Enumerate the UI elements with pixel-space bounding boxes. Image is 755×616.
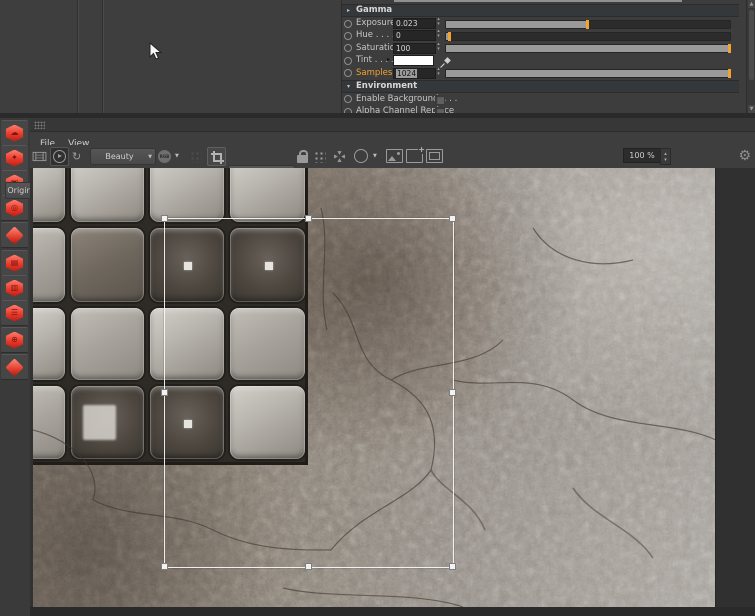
picture-viewer-statusbar [30, 607, 755, 616]
corona-render-icon[interactable]: ▥ [1, 275, 28, 301]
expand-arrow-icon[interactable]: ▸ [387, 56, 390, 63]
crop-tool-button[interactable] [207, 148, 226, 164]
zoom-percent-field[interactable]: 100 % [623, 148, 661, 163]
upper-workspace: ▸GammaExposure0.023▴▾Hue . . . . .0▴▾Sat… [0, 0, 755, 113]
picture-viewer-toolbar: ↻ Beauty▼ RGB ▼ < Auto >▼ [30, 145, 755, 169]
keyframe-circle-icon[interactable] [344, 32, 352, 40]
rendered-image[interactable] [33, 168, 716, 607]
channel-dropdown-caret[interactable]: ▼ [175, 148, 179, 164]
play-button[interactable] [50, 148, 69, 164]
corona-list-icon: ☰ [5, 305, 24, 322]
selection-handle[interactable] [449, 215, 456, 222]
scrollbar-thumb[interactable] [749, 10, 754, 80]
value-slider[interactable] [445, 32, 731, 41]
value-slider[interactable] [445, 69, 731, 78]
corona-vfb-icon: ▤ [5, 255, 24, 272]
window-grip-icon[interactable] [34, 121, 45, 129]
selection-handle[interactable] [305, 563, 312, 570]
grid-toggle-icon[interactable] [313, 148, 326, 164]
attr-row-samples: Samples .1024▴▾ [342, 67, 739, 79]
selection-handle[interactable] [449, 563, 456, 570]
corona-material-icon [5, 226, 23, 244]
duplicate-image-icon[interactable] [426, 148, 443, 164]
add-image-icon[interactable]: + [406, 148, 423, 164]
selection-handle[interactable] [161, 563, 168, 570]
corona-list-icon[interactable]: ☰ [1, 300, 28, 326]
selection-handle[interactable] [161, 215, 168, 222]
corona-vfb-icon[interactable]: ▤ [1, 250, 28, 276]
corona-material-icon[interactable] [1, 222, 28, 248]
section-header-environment[interactable]: ▾Environment [342, 80, 739, 93]
lower-workspace: ☁✦▣◎▤▥☰⊕ FileView ↻ Beauty▼ RGB ▼ < A [0, 118, 755, 616]
value-slider[interactable] [445, 44, 731, 53]
attr-row-tint: Tint . . . . .▸ [342, 54, 739, 66]
history-film-icon[interactable] [32, 148, 47, 164]
section-header-gamma[interactable]: ▸Gamma [342, 4, 739, 17]
attr-row-saturation: Saturation100▴▾ [342, 42, 739, 54]
scroll-down-button[interactable]: ▼ [748, 105, 755, 113]
value-field[interactable]: 100 [393, 43, 436, 54]
image-icon[interactable] [386, 148, 403, 164]
keyframe-circle-icon[interactable] [344, 44, 352, 52]
attr-row-hue: Hue . . . . .0▴▾ [342, 29, 739, 41]
attr-row-enable-background: Enable Background. . . . [342, 93, 739, 105]
tint-color-swatch[interactable] [393, 55, 434, 66]
crop-selection-rectangle[interactable] [164, 218, 454, 568]
attributes-panel: ▸GammaExposure0.023▴▾Hue . . . . .0▴▾Sat… [341, 0, 747, 113]
keyframe-circle-icon[interactable] [344, 95, 352, 103]
attr-row-exposure: Exposure0.023▴▾ [342, 17, 739, 29]
value-spinner[interactable]: ▴▾ [435, 67, 442, 79]
keyframe-circle-icon[interactable] [344, 20, 352, 28]
value-field[interactable]: 0.023 [393, 18, 436, 29]
attributes-scrollbar[interactable]: ▲ ▼ [746, 0, 755, 113]
section-arrow-icon: ▾ [347, 81, 350, 92]
selection-handle[interactable] [305, 215, 312, 222]
menu-bar: FileView [30, 131, 755, 145]
value-spinner[interactable]: ▴▾ [435, 42, 442, 54]
value-slider[interactable] [445, 20, 731, 29]
keyframe-circle-icon[interactable] [344, 69, 352, 77]
corona-node-icon: ⊕ [5, 332, 24, 349]
compare-circle-icon[interactable] [354, 148, 368, 164]
picture-viewer-window: FileView ↻ Beauty▼ RGB ▼ < Auto >▼ [30, 118, 755, 616]
corona-render-icon: ▥ [5, 280, 24, 297]
picture-viewer-titlebar[interactable] [30, 118, 755, 132]
value-spinner[interactable]: ▴▾ [435, 29, 442, 41]
mouse-cursor [149, 42, 162, 61]
refresh-icon[interactable]: ↻ [72, 148, 81, 164]
scroll-up-button[interactable]: ▲ [748, 0, 755, 8]
grid-toggle-disabled-icon [189, 148, 202, 164]
value-field[interactable]: 1024 [393, 68, 436, 79]
panel-divider [102, 0, 104, 113]
value-field[interactable]: 0 [393, 30, 436, 41]
corona-sky-icon[interactable]: ☁ [1, 120, 28, 146]
lock-icon[interactable] [297, 148, 308, 164]
render-pass-dropdown[interactable]: Beauty▼ [90, 148, 156, 165]
channel-rgb-icon[interactable]: RGB [158, 148, 171, 164]
settings-gear-icon[interactable]: ⚙ [738, 148, 751, 164]
corona-node-icon[interactable]: ⊕ [1, 327, 28, 353]
corona-light-icon: ✦ [5, 150, 24, 167]
corona-layers-icon [5, 358, 23, 376]
checkbox[interactable] [435, 95, 445, 105]
attr-row-alpha-channel-replace: Alpha Channel Replace [342, 105, 739, 113]
value-spinner[interactable]: ▴▾ [435, 17, 442, 29]
panel-divider [77, 0, 79, 113]
converge-icon[interactable] [332, 148, 347, 164]
selection-handle[interactable] [449, 389, 456, 396]
corona-lens-icon: ◎ [5, 200, 24, 217]
viewport-gutter [715, 168, 755, 607]
render-viewport[interactable] [30, 168, 755, 607]
corona-layers-icon[interactable] [1, 354, 28, 380]
keyframe-circle-icon[interactable] [344, 57, 352, 65]
zoom-percent-spinner[interactable]: ▴▾ [660, 148, 671, 165]
corona-light-icon[interactable]: ✦ [1, 145, 28, 171]
corona-sky-icon: ☁ [5, 125, 24, 142]
selection-handle[interactable] [161, 389, 168, 396]
section-arrow-icon: ▸ [347, 5, 350, 16]
compare-dropdown-caret[interactable]: ▼ [373, 148, 377, 164]
